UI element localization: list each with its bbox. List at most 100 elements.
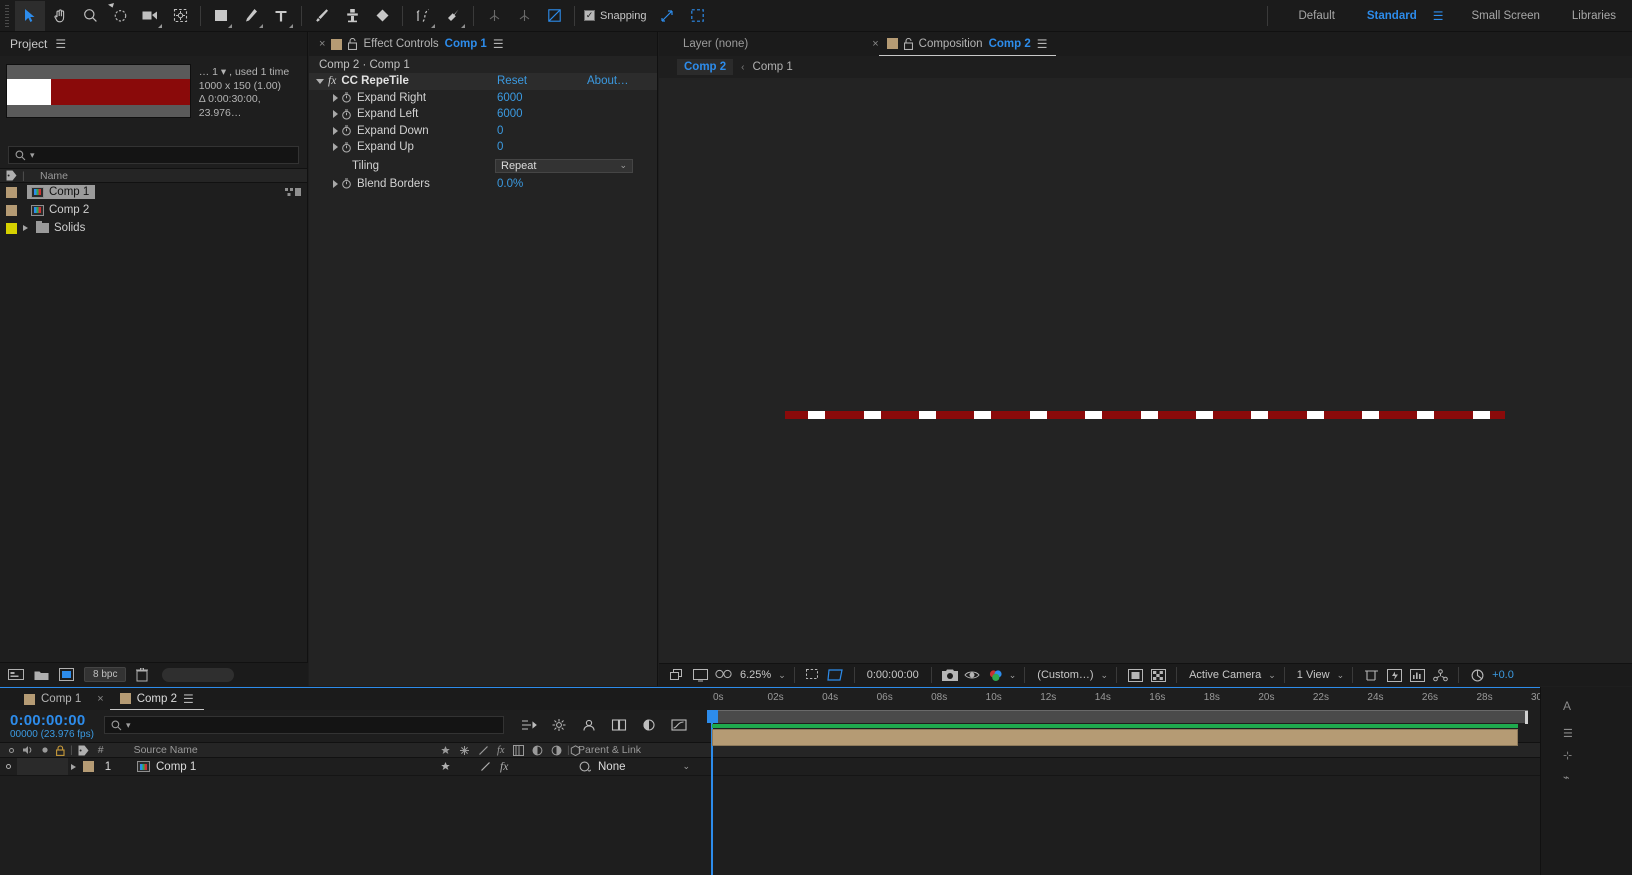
- disclosure-triangle-icon[interactable]: [333, 93, 338, 102]
- disclosure-triangle-icon[interactable]: [316, 78, 324, 84]
- effect-controls-menu-icon[interactable]: ☰: [493, 37, 504, 51]
- graph-editor-icon[interactable]: [668, 715, 690, 735]
- snapping-checkbox[interactable]: ✓: [584, 10, 595, 21]
- workspace-standard[interactable]: Standard: [1351, 10, 1433, 22]
- rail-menu-icon[interactable]: ☰: [1563, 727, 1573, 740]
- color-depth-button[interactable]: 8 bpc: [84, 667, 127, 682]
- snapping-bounds-icon[interactable]: [683, 1, 713, 31]
- pen-tool[interactable]: [236, 1, 266, 31]
- fast-previews-icon[interactable]: [1384, 666, 1404, 684]
- rotation-tool[interactable]: [105, 1, 135, 31]
- table-row[interactable]: 1 Comp 1 fx None ⌄: [0, 758, 1632, 776]
- effect-reset-button[interactable]: Reset: [497, 75, 527, 87]
- snapping-group[interactable]: ✓ Snapping: [584, 10, 647, 22]
- layer-duration-bar[interactable]: [712, 729, 1518, 746]
- composition-canvas[interactable]: [659, 78, 1632, 663]
- layer-tab[interactable]: Layer (none): [659, 38, 762, 50]
- frame-blending-icon[interactable]: [608, 715, 630, 735]
- source-name-column-label[interactable]: Source Name: [104, 744, 198, 756]
- stopwatch-icon[interactable]: [341, 109, 352, 120]
- tiling-dropdown[interactable]: Repeat ⌄: [495, 158, 633, 173]
- effect-header-cc-repetile[interactable]: fx CC RepeTile Reset About…: [309, 73, 657, 90]
- timeline-menu-icon[interactable]: ☰: [183, 692, 194, 706]
- timeline-tab-comp-2[interactable]: Comp 2 ☰: [109, 688, 204, 710]
- label-swatch[interactable]: [6, 204, 17, 216]
- timeline-tab-comp-1[interactable]: Comp 1: [14, 688, 91, 710]
- zoom-level-value[interactable]: 6.25%: [736, 669, 775, 681]
- shape-tool[interactable]: [206, 1, 236, 31]
- close-icon[interactable]: ×: [319, 38, 325, 50]
- brush-tool[interactable]: [307, 1, 337, 31]
- composition-tab[interactable]: Composition Comp 2 ☰: [878, 32, 1056, 56]
- property-value[interactable]: 6000: [497, 108, 523, 120]
- close-icon[interactable]: ×: [97, 693, 103, 705]
- disclosure-triangle-icon[interactable]: [71, 763, 76, 770]
- delete-icon[interactable]: [136, 667, 149, 682]
- region-of-interest-icon[interactable]: [826, 666, 846, 684]
- project-column-name[interactable]: Name: [34, 170, 68, 182]
- snapping-arrow-icon[interactable]: [653, 1, 683, 31]
- audio-toggle[interactable]: [17, 758, 34, 775]
- interpret-footage-icon[interactable]: [8, 668, 24, 681]
- chevron-down-icon[interactable]: ⌄: [778, 670, 786, 681]
- anchor-point-tool[interactable]: [165, 1, 195, 31]
- effect-about-button[interactable]: About…: [587, 75, 629, 87]
- exposure-icon[interactable]: [1467, 666, 1487, 684]
- composition-mini-flowchart-icon[interactable]: [518, 715, 540, 735]
- pickwhip-icon[interactable]: [578, 760, 591, 773]
- property-value[interactable]: 6000: [497, 92, 523, 104]
- renderer-options-icon[interactable]: [1430, 666, 1450, 684]
- disclosure-triangle-icon[interactable]: [333, 143, 338, 152]
- new-folder-icon[interactable]: [34, 669, 49, 681]
- clone-stamp-tool[interactable]: [337, 1, 367, 31]
- fx-icon[interactable]: fx: [500, 761, 508, 773]
- project-search-input[interactable]: ▾: [8, 146, 299, 164]
- property-expand-right[interactable]: Expand Right 6000: [309, 90, 657, 107]
- chevron-down-icon[interactable]: ⌄: [1268, 670, 1276, 681]
- three-d-glasses-icon[interactable]: [713, 666, 733, 684]
- project-item-comp-1[interactable]: Comp 1: [0, 183, 307, 201]
- work-area-bar[interactable]: [710, 710, 1528, 724]
- world-axis-mode-icon[interactable]: [509, 1, 539, 31]
- property-tiling[interactable]: Tiling Repeat ⌄: [309, 156, 657, 176]
- zoom-tool[interactable]: [75, 1, 105, 31]
- show-snapshot-icon[interactable]: [963, 666, 983, 684]
- main-view-icon[interactable]: [690, 666, 710, 684]
- timeline-search-input[interactable]: ▾: [104, 716, 504, 734]
- hand-tool[interactable]: [45, 1, 75, 31]
- effect-controls-tab-prefix[interactable]: Effect Controls: [363, 38, 438, 50]
- toggle-mask-icon[interactable]: [1125, 666, 1145, 684]
- pixel-aspect-correction-icon[interactable]: [1361, 666, 1381, 684]
- breadcrumb-comp-1[interactable]: Comp 1: [753, 61, 793, 73]
- stopwatch-icon[interactable]: [341, 142, 352, 153]
- stopwatch-icon[interactable]: [341, 125, 352, 136]
- composition-menu-icon[interactable]: ☰: [1037, 37, 1048, 51]
- project-item-solids[interactable]: Solids: [0, 219, 307, 237]
- chevron-down-icon[interactable]: ⌄: [1009, 670, 1017, 681]
- label-swatch[interactable]: [83, 761, 94, 772]
- shy-icon[interactable]: [440, 761, 451, 772]
- property-blend-borders[interactable]: Blend Borders 0.0%: [309, 176, 657, 193]
- stopwatch-icon[interactable]: [341, 178, 352, 189]
- views-value[interactable]: 1 View: [1293, 669, 1334, 681]
- timeline-current-time[interactable]: 0:00:00:00: [10, 712, 94, 729]
- channel-rgb-icon[interactable]: [986, 666, 1006, 684]
- property-value[interactable]: 0.0%: [497, 178, 523, 190]
- label-swatch[interactable]: [6, 186, 17, 198]
- selection-tool[interactable]: [15, 0, 45, 31]
- resolution-value[interactable]: (Custom…): [1033, 669, 1097, 681]
- camera-value[interactable]: Active Camera: [1185, 669, 1265, 681]
- roto-brush-tool[interactable]: [408, 1, 438, 31]
- workspace-menu-icon[interactable]: ☰: [1433, 9, 1456, 23]
- effect-controls-tab-comp[interactable]: Comp 1: [445, 38, 487, 50]
- layer-source-name[interactable]: Comp 1: [156, 761, 196, 773]
- disclosure-triangle-icon[interactable]: [333, 179, 338, 188]
- work-area-end-handle[interactable]: [1525, 711, 1528, 724]
- parent-link-column-label[interactable]: Parent & Link: [578, 744, 641, 756]
- view-axis-mode-icon[interactable]: [539, 1, 569, 31]
- property-expand-left[interactable]: Expand Left 6000: [309, 106, 657, 123]
- label-swatch[interactable]: [6, 222, 17, 234]
- project-panel-title[interactable]: Project: [10, 37, 47, 51]
- property-value[interactable]: 0: [497, 125, 503, 137]
- parent-link-cell[interactable]: None ⌄: [578, 760, 690, 773]
